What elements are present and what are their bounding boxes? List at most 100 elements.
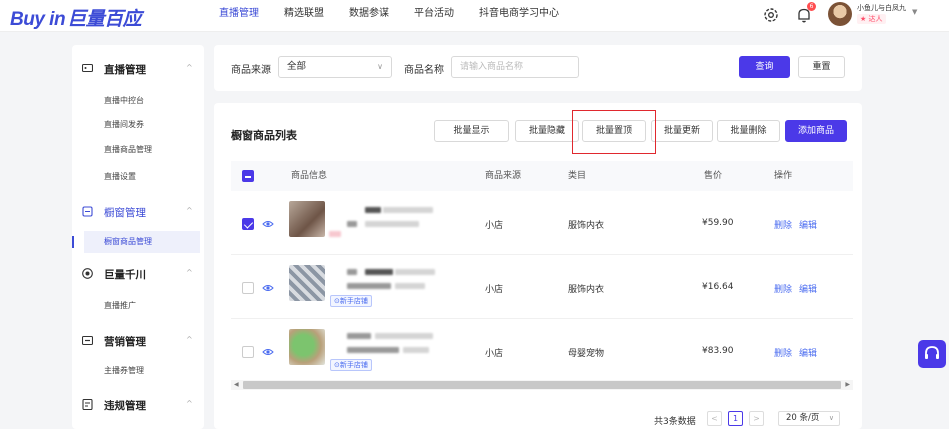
- column-header-actions: 操作: [774, 171, 793, 181]
- next-page-button[interactable]: >: [749, 411, 764, 426]
- scroll-right-icon[interactable]: ▶: [845, 380, 850, 390]
- sidebar-group-marketing[interactable]: 营销管理 ^: [72, 330, 204, 352]
- reset-button[interactable]: 重置: [798, 56, 845, 78]
- blurred-subtitle: [347, 283, 391, 289]
- sidebar-group-showcase[interactable]: 橱窗管理 ^: [72, 201, 204, 223]
- row-edit-link[interactable]: 编辑: [799, 349, 817, 359]
- sidebar-group-label: 橱窗管理: [104, 207, 146, 219]
- sidebar-group-label: 违规管理: [104, 400, 146, 412]
- add-product-button[interactable]: 添加商品: [785, 120, 847, 142]
- row-category: 母婴宠物: [568, 349, 605, 359]
- row-source: 小店: [485, 349, 504, 359]
- nav-data-advisor[interactable]: 数据参谋: [349, 0, 389, 32]
- avatar[interactable]: [828, 2, 852, 26]
- batch-delete-button[interactable]: 批量删除: [717, 120, 780, 142]
- chevron-up-icon: ^: [186, 63, 193, 72]
- sidebar-item-showcase-products[interactable]: 橱窗商品管理: [72, 231, 200, 253]
- select-all-checkbox[interactable]: [242, 170, 254, 182]
- nav-learning-center[interactable]: 抖音电商学习中心: [479, 0, 559, 32]
- nav-platform-activity[interactable]: 平台活动: [414, 0, 454, 32]
- table-header: 商品信息 商品来源 类目 售价 操作: [231, 161, 853, 191]
- chevron-up-icon: ^: [186, 399, 193, 408]
- logo-cn: 巨量百应: [67, 9, 142, 30]
- eye-icon[interactable]: [262, 218, 274, 230]
- product-thumbnail[interactable]: [289, 265, 325, 301]
- row-delete-link[interactable]: 删除: [774, 349, 792, 359]
- tv-icon: [82, 63, 93, 73]
- blurred-title: [375, 333, 433, 339]
- sidebar-item-live-products[interactable]: 直播商品管理: [72, 139, 200, 161]
- page-size-select[interactable]: 20 条/页 ∨: [778, 411, 840, 426]
- page-size-value: 20 条/页: [786, 413, 820, 423]
- new-shop-tag: ⊙新手店铺: [330, 359, 372, 371]
- product-thumbnail[interactable]: [289, 201, 325, 237]
- blurred-title: [347, 333, 371, 339]
- row-checkbox[interactable]: [242, 282, 254, 294]
- user-role-tag: ★ 达人: [857, 14, 886, 24]
- row-category: 服饰内衣: [568, 221, 605, 231]
- sidebar-group-qianchuan[interactable]: 巨量千川 ^: [72, 263, 204, 285]
- page-button-current[interactable]: 1: [728, 411, 743, 426]
- sidebar-group-label: 营销管理: [104, 336, 146, 348]
- nav-live-management[interactable]: 直播管理: [219, 0, 259, 32]
- row-checkbox[interactable]: [242, 346, 254, 358]
- chevron-up-icon: ^: [186, 335, 193, 344]
- blurred-title: [383, 207, 433, 213]
- source-select-value: 全部: [287, 61, 307, 72]
- sidebar-group-live[interactable]: 直播管理 ^: [72, 58, 204, 80]
- product-thumbnail[interactable]: [289, 329, 325, 365]
- row-checkbox[interactable]: [242, 218, 254, 230]
- batch-show-button[interactable]: 批量显示: [434, 120, 509, 142]
- row-price: ¥59.90: [702, 218, 734, 228]
- user-name[interactable]: 小鱼儿与白凤九: [857, 3, 906, 13]
- settings-icon[interactable]: [762, 6, 780, 24]
- query-button[interactable]: 查询: [739, 56, 790, 78]
- batch-update-button[interactable]: 批量更新: [651, 120, 713, 142]
- scrollbar-thumb[interactable]: [243, 381, 841, 389]
- column-header-category: 类目: [568, 171, 587, 181]
- sidebar-item-live-console[interactable]: 直播中控台: [72, 90, 200, 112]
- sidebar-item-live-settings[interactable]: 直播设置: [72, 166, 200, 188]
- headset-icon: [925, 346, 939, 359]
- card-title: 橱窗商品列表: [231, 129, 297, 142]
- sidebar-item-anchor-coupon[interactable]: 主播券管理: [72, 360, 200, 382]
- row-edit-link[interactable]: 编辑: [799, 285, 817, 295]
- horizontal-scrollbar[interactable]: ◀ ▶: [231, 380, 853, 390]
- sidebar-group-violation[interactable]: 违规管理 ^: [72, 394, 204, 416]
- blurred-subtitle: [347, 221, 357, 227]
- product-name-input[interactable]: [451, 56, 579, 78]
- top-bar: Buy in 巨量百应 直播管理 精选联盟 数据参谋 平台活动 抖音电商学习中心 …: [0, 0, 949, 32]
- table-row: ⊙新手店铺 小店 服饰内衣 ¥16.64 删除 编辑: [231, 255, 853, 319]
- row-delete-link[interactable]: 删除: [774, 221, 792, 231]
- row-price: ¥16.64: [702, 282, 734, 292]
- customer-service-button[interactable]: [918, 340, 946, 368]
- eye-icon[interactable]: [262, 282, 274, 294]
- blurred-subtitle: [403, 347, 429, 353]
- logo-en: Buy in: [10, 9, 66, 30]
- source-label: 商品来源: [231, 65, 271, 76]
- batch-hide-button[interactable]: 批量隐藏: [515, 120, 579, 142]
- blurred-title: [395, 269, 435, 275]
- eye-icon[interactable]: [262, 346, 274, 358]
- row-edit-link[interactable]: 编辑: [799, 221, 817, 231]
- blurred-subtitle: [395, 283, 425, 289]
- app-logo[interactable]: Buy in 巨量百应: [10, 4, 142, 31]
- source-select[interactable]: 全部 ∨: [278, 56, 392, 78]
- table-row: ⊙新手店铺 小店 母婴宠物 ¥83.90 删除 编辑: [231, 319, 853, 383]
- sidebar-item-live-coupon[interactable]: 直播间发券: [72, 114, 200, 136]
- column-header-price: 售价: [704, 171, 723, 181]
- user-menu-caret-icon[interactable]: ▼: [912, 8, 917, 16]
- sidebar-group-label: 直播管理: [104, 64, 146, 76]
- row-delete-link[interactable]: 删除: [774, 285, 792, 295]
- nav-selected-alliance[interactable]: 精选联盟: [284, 0, 324, 32]
- showcase-icon: [82, 206, 93, 217]
- scroll-left-icon[interactable]: ◀: [234, 380, 239, 390]
- prev-page-button[interactable]: <: [707, 411, 722, 426]
- sidebar-item-live-promotion[interactable]: 直播推广: [72, 295, 200, 317]
- row-category: 服饰内衣: [568, 285, 605, 295]
- column-header-source: 商品来源: [485, 171, 522, 181]
- row-actions: 删除 编辑: [774, 282, 824, 295]
- row-actions: 删除 编辑: [774, 218, 824, 231]
- column-header-info: 商品信息: [291, 171, 328, 181]
- row-actions: 删除 编辑: [774, 346, 824, 359]
